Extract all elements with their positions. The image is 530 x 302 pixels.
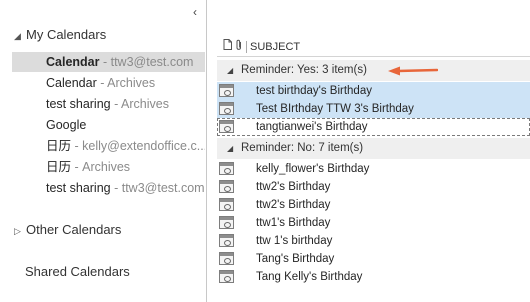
calendar-name: Google bbox=[46, 118, 87, 132]
expand-triangle-icon: ◢ bbox=[14, 31, 21, 41]
item-subject: kelly_flower's Birthday bbox=[256, 163, 370, 175]
item-subject: Tang's Birthday bbox=[256, 253, 335, 265]
calendar-item[interactable]: Calendar - ttw3@test.com bbox=[12, 52, 205, 72]
list-item[interactable]: ttw1's Birthday bbox=[217, 214, 530, 232]
calendar-icon bbox=[219, 270, 234, 283]
calendar-item[interactable]: Google bbox=[12, 115, 205, 135]
calendar-icon bbox=[219, 180, 234, 193]
annotation-arrow-icon bbox=[388, 66, 438, 76]
subject-column-header[interactable]: SUBJECT bbox=[250, 38, 300, 56]
folder-pane: ‹ ◢ My Calendars Calendar - ttw3@test.com… bbox=[0, 0, 207, 302]
item-subject: Test BIrthday TTW 3's Birthday bbox=[256, 103, 414, 115]
calendar-source: - Archives bbox=[96, 76, 156, 90]
list-item[interactable]: Test BIrthday TTW 3's Birthday bbox=[217, 100, 530, 118]
list-item[interactable]: ttw2's Birthday bbox=[217, 196, 530, 214]
list-item[interactable]: tangtianwei's Birthday bbox=[217, 118, 530, 136]
item-subject: Tang Kelly's Birthday bbox=[256, 271, 363, 283]
list-item[interactable]: kelly_flower's Birthday bbox=[217, 160, 530, 178]
list-item[interactable]: ttw2's Birthday bbox=[217, 178, 530, 196]
item-subject: ttw2's Birthday bbox=[256, 181, 331, 193]
my-calendars-header[interactable]: ◢ My Calendars bbox=[14, 27, 106, 42]
calendar-name: test sharing bbox=[46, 97, 111, 111]
collapse-icon[interactable]: ‹ bbox=[188, 5, 202, 19]
expand-triangle-icon: ◢ bbox=[227, 144, 234, 153]
expand-triangle-icon: ◢ bbox=[227, 66, 234, 75]
calendar-icon bbox=[219, 234, 234, 247]
group-header-reminder-no[interactable]: ◢ Reminder: No: 7 item(s) bbox=[217, 138, 530, 159]
calendar-item[interactable]: test sharing - Archives bbox=[12, 94, 205, 114]
list-item[interactable]: test birthday's Birthday bbox=[217, 82, 530, 100]
calendar-icon bbox=[219, 120, 234, 133]
calendar-icon bbox=[219, 84, 234, 97]
calendar-item[interactable]: Calendar - Archives bbox=[12, 73, 205, 93]
shared-calendars-header[interactable]: Shared Calendars bbox=[25, 264, 130, 279]
calendar-source: - Archives bbox=[110, 97, 169, 111]
group-header-reminder-yes[interactable]: ◢ Reminder: Yes: 3 item(s) bbox=[217, 60, 530, 81]
calendar-name: 日历 bbox=[46, 139, 72, 153]
calendar-name: Calendar bbox=[46, 76, 97, 90]
collapsed-triangle-icon: ▷ bbox=[14, 226, 21, 236]
attachment-icon[interactable] bbox=[235, 39, 243, 58]
column-header: SUBJECT bbox=[217, 38, 530, 57]
list-item[interactable]: ttw 1's birthday bbox=[217, 232, 530, 250]
calendar-name: 日历 bbox=[46, 160, 72, 174]
calendar-name: test sharing bbox=[46, 181, 111, 195]
calendar-name: Calendar bbox=[46, 55, 100, 69]
shared-calendars-label: Shared Calendars bbox=[25, 264, 130, 279]
my-calendars-label: My Calendars bbox=[26, 27, 107, 42]
calendar-icon bbox=[219, 102, 234, 115]
calendar-source: - ttw3@test.com bbox=[110, 181, 205, 195]
group-title: Reminder: Yes: 3 item(s) bbox=[241, 64, 367, 76]
calendar-icon bbox=[219, 216, 234, 229]
list-item[interactable]: Tang's Birthday bbox=[217, 250, 530, 268]
item-subject: tangtianwei's Birthday bbox=[256, 121, 368, 133]
item-subject: test birthday's Birthday bbox=[256, 85, 372, 97]
document-icon[interactable] bbox=[223, 39, 232, 57]
item-list: SUBJECT ◢ Reminder: Yes: 3 item(s) test … bbox=[207, 0, 530, 302]
calendar-item[interactable]: test sharing - ttw3@test.com bbox=[12, 178, 205, 198]
other-calendars-label: Other Calendars bbox=[26, 222, 122, 237]
calendar-source: - Archives bbox=[71, 160, 131, 174]
calendar-icon bbox=[219, 162, 234, 175]
calendar-source: - ttw3@test.com bbox=[99, 55, 194, 69]
column-separator bbox=[246, 41, 247, 53]
list-item[interactable]: Tang Kelly's Birthday bbox=[217, 268, 530, 286]
other-calendars-header[interactable]: ▷ Other Calendars bbox=[14, 222, 121, 237]
group-title: Reminder: No: 7 item(s) bbox=[241, 142, 364, 154]
item-subject: ttw1's Birthday bbox=[256, 217, 331, 229]
calendar-item[interactable]: 日历 - kelly@extendoffice.c... bbox=[12, 136, 205, 156]
calendar-icon bbox=[219, 198, 234, 211]
calendar-icon bbox=[219, 252, 234, 265]
item-subject: ttw2's Birthday bbox=[256, 199, 331, 211]
calendar-source: - kelly@extendoffice.c... bbox=[71, 139, 205, 153]
item-subject: ttw 1's birthday bbox=[256, 235, 333, 247]
calendar-item[interactable]: 日历 - Archives bbox=[12, 157, 205, 177]
